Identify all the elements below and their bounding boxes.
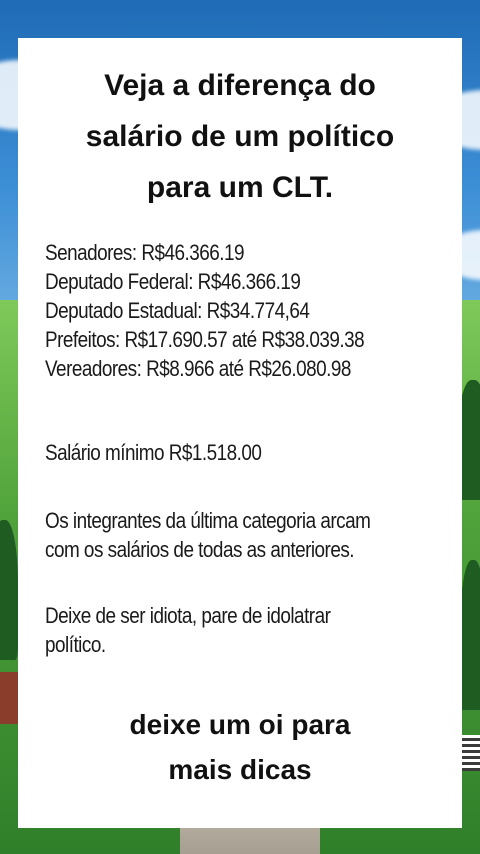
post-title: Veja a diferença do salário de um políti… — [18, 60, 462, 213]
paragraph-line: político. — [45, 632, 106, 657]
paragraph-burden: Os integrantes da última categoria arcam… — [45, 506, 423, 564]
post-card: Veja a diferença do salário de um políti… — [18, 38, 462, 828]
paragraph-line: Deixe de ser idiota, pare de idolatrar — [45, 603, 331, 628]
fence — [462, 735, 480, 771]
footer-line: mais dicas — [168, 754, 312, 785]
footer-line: deixe um oi para — [129, 709, 351, 740]
house — [0, 672, 20, 724]
title-line: salário de um político — [85, 120, 395, 153]
salary-item: Vereadores: R$8.966 até R$26.080.98 — [45, 356, 351, 381]
salary-item: Deputado Estadual: R$34.774,64 — [45, 298, 310, 323]
salary-item: Deputado Federal: R$46.366.19 — [45, 269, 301, 294]
title-line: Veja a diferença do — [104, 69, 376, 102]
minimum-wage: Salário mínimo R$1.518.00 — [45, 440, 262, 465]
paragraph-line: com os salários de todas as anteriores. — [45, 537, 355, 562]
paragraph-line: Os integrantes da última categoria arcam — [45, 508, 371, 533]
salary-item: Prefeitos: R$17.690.57 até R$38.039.38 — [45, 327, 365, 352]
footer-call-to-action: deixe um oi para mais dicas — [18, 702, 462, 792]
paragraph-advice: Deixe de ser idiota, pare de idolatrar p… — [45, 601, 377, 659]
tree — [460, 560, 480, 710]
salary-list: Senadores: R$46.366.19 Deputado Federal:… — [45, 238, 455, 383]
salary-item: Senadores: R$46.366.19 — [45, 240, 245, 265]
title-line: para um CLT. — [146, 171, 334, 204]
